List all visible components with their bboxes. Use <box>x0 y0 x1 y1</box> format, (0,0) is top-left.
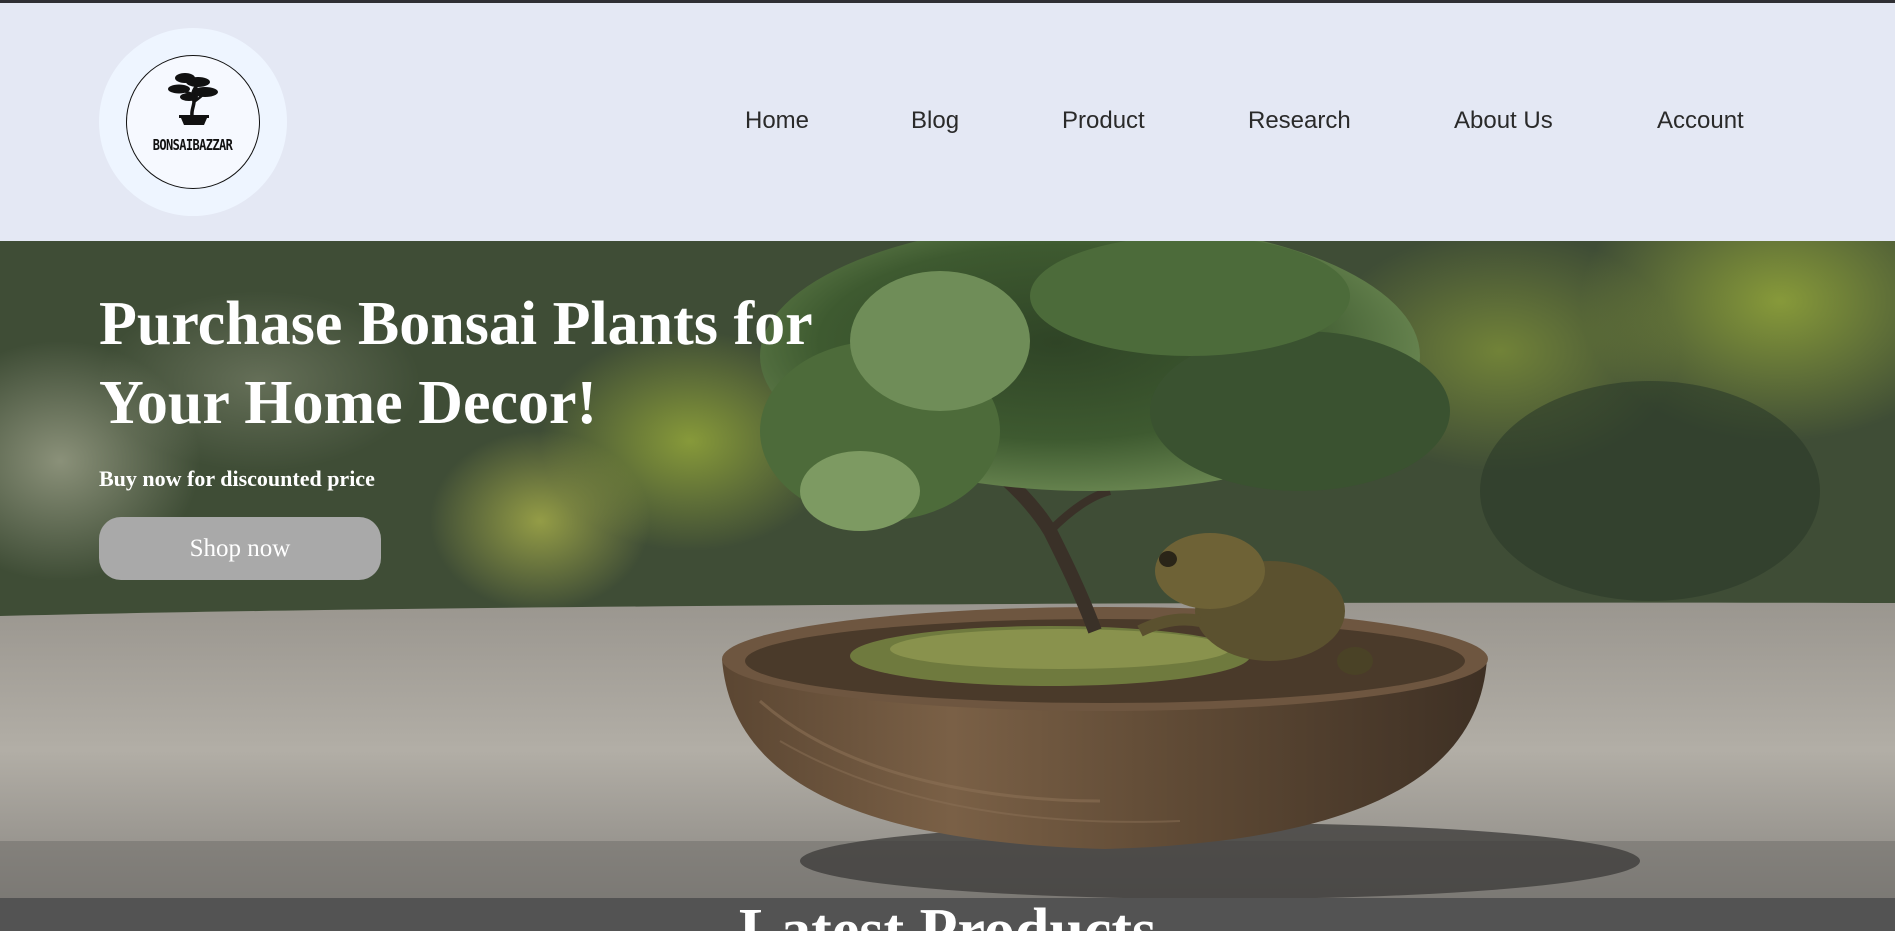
nav-about-us[interactable]: About Us <box>1454 107 1553 135</box>
nav-account[interactable]: Account <box>1657 107 1744 135</box>
nav-research[interactable]: Research <box>1248 107 1351 135</box>
nav-product[interactable]: Product <box>1062 107 1145 135</box>
latest-products-title: Latest Products <box>0 900 1895 931</box>
hero-banner: Purchase Bonsai Plants for Your Home Dec… <box>0 241 1895 898</box>
hero-title: Purchase Bonsai Plants for Your Home Dec… <box>99 290 812 437</box>
main-nav: Home Blog Product Research About Us Acco… <box>0 107 1895 147</box>
shop-now-button[interactable]: Shop now <box>99 517 381 580</box>
nav-blog[interactable]: Blog <box>911 107 959 135</box>
nav-home[interactable]: Home <box>745 107 809 135</box>
hero-subtitle: Buy now for discounted price <box>99 466 375 491</box>
latest-products-section: Latest Products <box>0 898 1895 931</box>
site-header: BONSAIBAZZAR Home Blog Product Research … <box>0 3 1895 241</box>
